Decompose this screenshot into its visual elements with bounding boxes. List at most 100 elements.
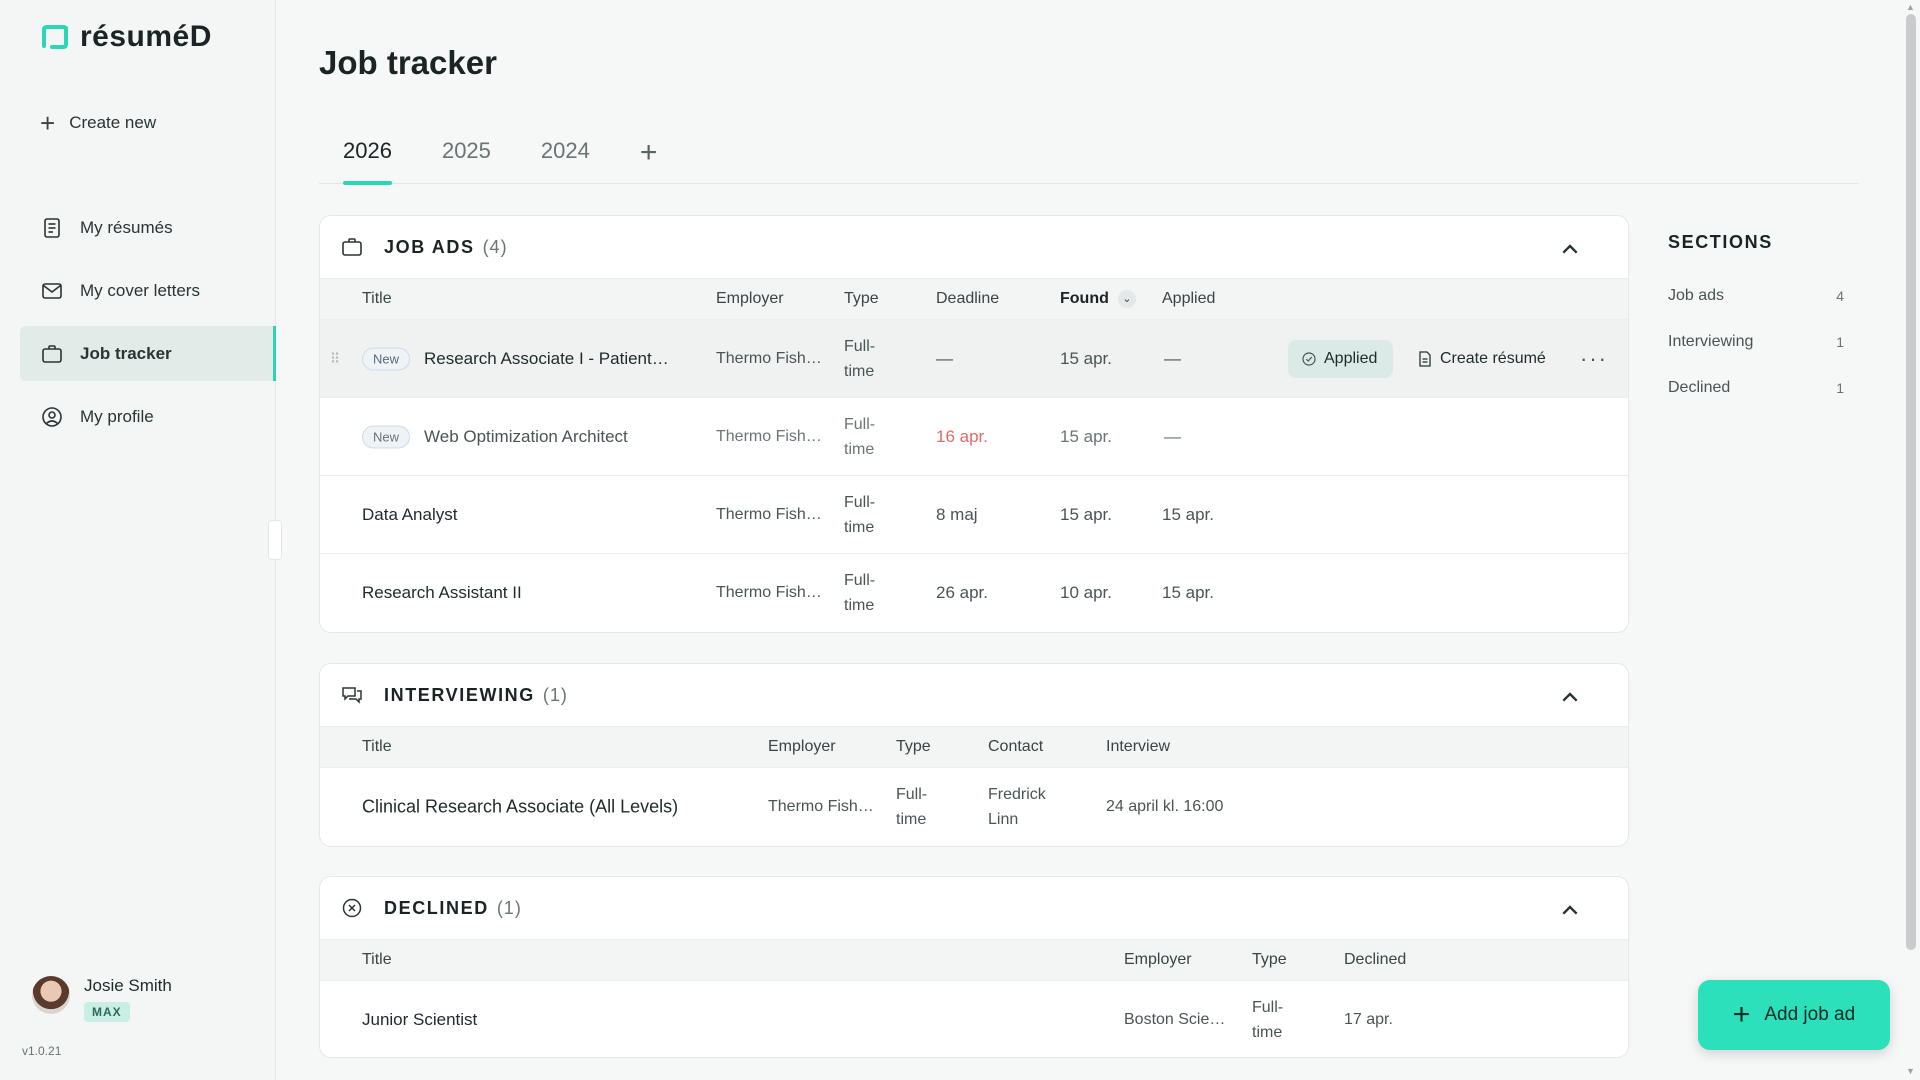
new-tag: New — [362, 425, 411, 448]
job-type: Full-time — [844, 334, 875, 384]
col-declined[interactable]: Declined — [1344, 951, 1406, 969]
job-title[interactable]: Junior Scientist — [362, 1010, 477, 1030]
col-title[interactable]: Title — [362, 290, 392, 308]
chevron-up-icon[interactable] — [1558, 686, 1582, 710]
applied-button-label: Applied — [1324, 349, 1378, 367]
job-type-line2: time — [844, 597, 875, 614]
job-ads-header[interactable]: JOB ADS (4) — [320, 216, 1628, 278]
chevron-up-icon[interactable] — [1558, 238, 1582, 262]
sidebar-item-my-resumes[interactable]: My résumés — [20, 200, 276, 255]
found-date: 10 apr. — [1060, 583, 1112, 602]
col-employer[interactable]: Employer — [716, 290, 784, 308]
logo[interactable]: résuméD — [40, 20, 212, 54]
job-title[interactable]: Research Assistant II — [362, 583, 522, 603]
page-title: Job tracker — [319, 44, 497, 81]
col-title[interactable]: Title — [362, 951, 392, 969]
sidebar-item-label: My profile — [80, 406, 154, 426]
user-circle-icon — [42, 406, 62, 427]
declined-card: DECLINED (1) Title Employer Type Decline… — [319, 876, 1629, 1058]
sidebar-item-my-cover-letters[interactable]: My cover letters — [20, 263, 276, 318]
create-new-button[interactable]: + Create new — [40, 110, 156, 136]
interviewing-header[interactable]: INTERVIEWING (1) — [320, 664, 1628, 726]
col-applied[interactable]: Applied — [1162, 290, 1215, 308]
add-job-ad-label: Add job ad — [1764, 1004, 1856, 1025]
job-type: Full-time — [844, 490, 875, 540]
table-row[interactable]: Junior Scientist Boston Scie… Full-time … — [320, 981, 1628, 1057]
drag-handle-icon[interactable]: ⠿ — [330, 350, 340, 367]
mail-icon — [42, 282, 62, 299]
sidebar-nav: My résumés My cover letters Job tracker … — [20, 200, 276, 452]
col-type[interactable]: Type — [896, 738, 931, 756]
user-name: Josie Smith — [84, 976, 172, 995]
user-account[interactable]: Josie Smith MAX — [32, 976, 172, 1022]
section-link-job-ads[interactable]: Job ads 4 — [1668, 273, 1848, 319]
create-resume-button[interactable]: Create résumé — [1418, 350, 1546, 368]
declined-header[interactable]: DECLINED (1) — [320, 877, 1628, 939]
section-link-interviewing[interactable]: Interviewing 1 — [1668, 319, 1848, 365]
declined-date: 17 apr. — [1344, 1011, 1393, 1028]
table-row[interactable]: ⠿ New Research Associate I - Patient… Th… — [320, 320, 1628, 398]
col-type[interactable]: Type — [844, 290, 879, 308]
declined-table-header: Title Employer Type Declined — [320, 939, 1628, 981]
chat-bubbles-icon — [342, 687, 362, 704]
add-year-tab-icon[interactable]: + — [640, 130, 658, 183]
found-date: 15 apr. — [1060, 348, 1112, 368]
scroll-up-icon[interactable]: ▲ — [1906, 2, 1915, 12]
col-employer[interactable]: Employer — [768, 738, 836, 756]
briefcase-icon — [42, 344, 62, 363]
job-title[interactable]: Data Analyst — [362, 505, 457, 525]
job-title[interactable]: Web Optimization Architect — [424, 427, 628, 447]
col-interview[interactable]: Interview — [1106, 738, 1170, 756]
sections-panel: SECTIONS Job ads 4 Interviewing 1 Declin… — [1668, 232, 1848, 411]
job-type-line1: Full- — [844, 415, 876, 433]
add-job-ad-button[interactable]: + Add job ad — [1698, 980, 1890, 1050]
employer: Thermo Fish… — [716, 584, 822, 601]
table-row[interactable]: Clinical Research Associate (All Levels)… — [320, 768, 1628, 846]
col-title[interactable]: Title — [362, 738, 392, 756]
plus-icon: + — [1732, 998, 1751, 1031]
create-new-label: Create new — [69, 113, 157, 132]
job-type-line1: Full- — [896, 786, 928, 803]
sidebar-item-job-tracker[interactable]: Job tracker — [20, 326, 276, 381]
section-link-label: Job ads — [1668, 287, 1725, 304]
sections-title: SECTIONS — [1668, 232, 1773, 252]
deadline: 16 apr. — [936, 426, 988, 446]
job-type: Full-time — [1252, 995, 1283, 1045]
job-title[interactable]: Clinical Research Associate (All Levels) — [362, 797, 678, 818]
check-circle-icon — [1302, 351, 1316, 366]
more-options-icon[interactable]: ··· — [1580, 346, 1608, 372]
applied-button[interactable]: Applied — [1288, 339, 1394, 378]
scroll-down-icon[interactable]: ▼ — [1906, 1066, 1915, 1076]
col-deadline[interactable]: Deadline — [936, 290, 999, 308]
found-date: 15 apr. — [1060, 426, 1112, 446]
job-type-line2: time — [1252, 1024, 1283, 1041]
section-link-label: Interviewing — [1668, 333, 1754, 350]
sidebar-collapse-handle[interactable] — [268, 520, 282, 560]
document-icon — [44, 217, 60, 238]
sidebar-item-my-profile[interactable]: My profile — [20, 389, 276, 444]
table-row[interactable]: Data Analyst Thermo Fish… Full-time 8 ma… — [320, 476, 1628, 554]
section-link-declined[interactable]: Declined 1 — [1668, 365, 1848, 411]
section-link-label: Declined — [1668, 379, 1731, 396]
col-found[interactable]: Found — [1060, 290, 1109, 308]
job-ads-card: JOB ADS (4) Title Employer Type Deadline… — [319, 215, 1629, 633]
tab-2026[interactable]: 2026 — [343, 130, 392, 185]
deadline: — — [936, 348, 953, 368]
col-employer[interactable]: Employer — [1124, 951, 1192, 969]
contact-line2: Linn — [988, 811, 1019, 828]
chevron-up-icon[interactable] — [1558, 899, 1582, 923]
job-type-line1: Full- — [844, 337, 876, 355]
job-title[interactable]: Research Associate I - Patient… — [424, 349, 669, 369]
employer: Thermo Fish… — [716, 427, 822, 445]
scrollbar-thumb[interactable] — [1906, 14, 1916, 950]
col-contact[interactable]: Contact — [988, 738, 1043, 756]
tab-2025[interactable]: 2025 — [442, 130, 491, 184]
table-row[interactable]: Research Assistant II Thermo Fish… Full-… — [320, 554, 1628, 632]
table-row[interactable]: New Web Optimization Architect Thermo Fi… — [320, 398, 1628, 476]
document-icon — [1419, 350, 1431, 367]
logo-mark-icon — [42, 25, 68, 49]
sort-desc-icon[interactable]: ⌄ — [1118, 290, 1136, 308]
create-resume-label: Create résumé — [1440, 349, 1546, 367]
tab-2024[interactable]: 2024 — [541, 130, 590, 184]
col-type[interactable]: Type — [1252, 951, 1287, 969]
